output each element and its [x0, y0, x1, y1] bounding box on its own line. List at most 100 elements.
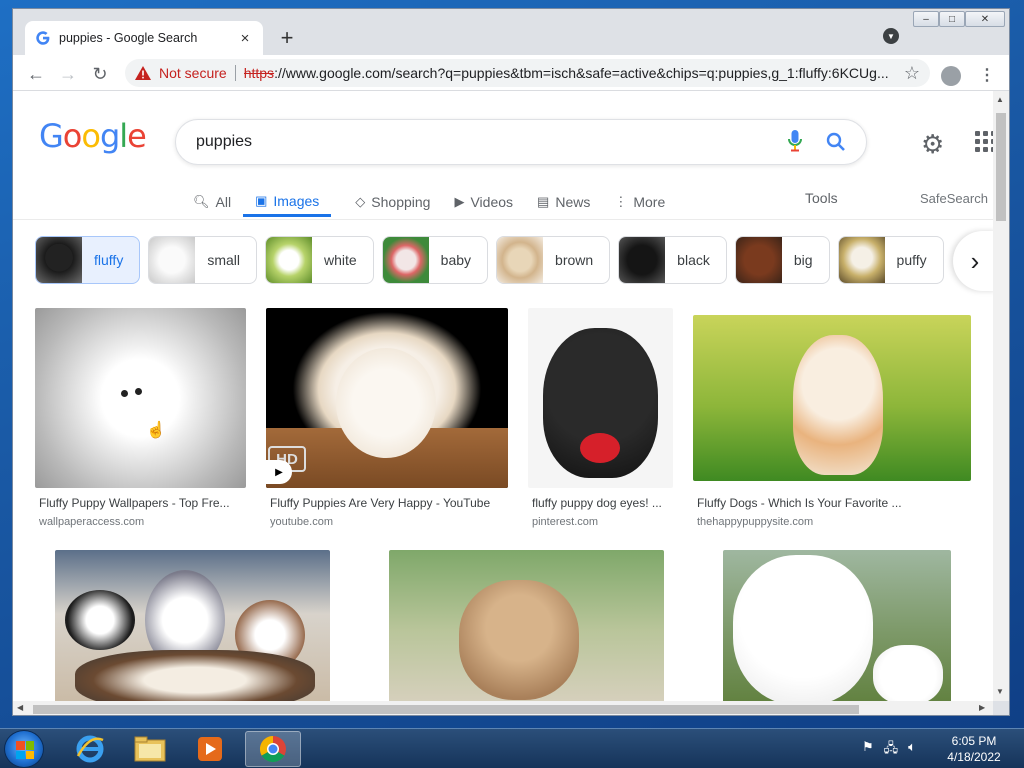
- google-apps-icon[interactable]: [975, 131, 993, 152]
- poodle-puppy: [459, 580, 579, 700]
- result-source[interactable]: youtube.com: [270, 516, 333, 528]
- search-icon: 🔍︎: [193, 194, 210, 209]
- file-explorer-icon[interactable]: [122, 731, 178, 767]
- chip-thumbnail: [382, 237, 429, 283]
- warning-icon[interactable]: [135, 66, 151, 80]
- search-icon[interactable]: [826, 132, 846, 152]
- tab-videos[interactable]: ▶ Videos: [454, 187, 513, 217]
- result-image[interactable]: ☝: [35, 308, 246, 488]
- result-image[interactable]: [389, 550, 664, 701]
- result-caption[interactable]: fluffy puppy dog eyes! ...: [532, 496, 662, 510]
- chevron-right-icon[interactable]: ›: [953, 231, 993, 291]
- scroll-right-icon[interactable]: ▶: [979, 703, 985, 712]
- result-image[interactable]: [723, 550, 951, 701]
- microphone-icon[interactable]: [788, 130, 808, 154]
- internet-explorer-icon[interactable]: [62, 731, 118, 767]
- puppy: [65, 590, 135, 650]
- tab-google-search[interactable]: puppies - Google Search ×: [25, 21, 263, 55]
- chip-small[interactable]: small: [148, 236, 257, 284]
- chip-label: big: [793, 252, 813, 268]
- tab-all[interactable]: 🔍︎ All: [193, 187, 231, 217]
- reload-icon[interactable]: ↻: [87, 61, 113, 87]
- settings-gear-icon[interactable]: ⚙: [921, 129, 944, 160]
- chip-fluffy[interactable]: fluffy: [35, 236, 141, 284]
- chip-thumbnail: [619, 237, 666, 283]
- result-caption[interactable]: Fluffy Puppy Wallpapers - Top Fre...: [39, 496, 230, 510]
- tab-images[interactable]: ▣ Images: [243, 187, 332, 217]
- search-box[interactable]: puppies: [175, 119, 867, 165]
- logo-letter: g: [99, 117, 120, 155]
- chip-baby[interactable]: baby: [381, 236, 489, 284]
- chip-brown[interactable]: brown: [496, 236, 611, 284]
- clock-time: 6:05 PM: [951, 734, 997, 748]
- address-bar[interactable]: Not secure https://www.google.com/search…: [125, 59, 930, 87]
- new-tab-button[interactable]: +: [275, 26, 299, 50]
- media-player-icon[interactable]: [182, 731, 238, 767]
- chrome-menu-icon[interactable]: ⋮: [979, 65, 995, 85]
- chip-label: small: [207, 252, 240, 268]
- tab-shopping[interactable]: ◇ Shopping: [355, 187, 430, 217]
- red-toy: [580, 433, 620, 463]
- play-icon: ▶: [266, 460, 292, 484]
- maximize-button[interactable]: □: [939, 11, 965, 27]
- tag-icon: ◇: [355, 194, 366, 209]
- url-text[interactable]: https://www.google.com/search?q=puppies&…: [244, 65, 898, 81]
- taskbar: ⚑ 🖧︎ 🔈︎ 6:05 PM 4/18/2022: [0, 728, 1024, 768]
- scroll-thumb[interactable]: [33, 705, 859, 714]
- scroll-left-icon[interactable]: ◀: [17, 703, 23, 712]
- logo-letter: l: [119, 117, 128, 155]
- result-caption[interactable]: Fluffy Dogs - Which Is Your Favorite ...: [697, 496, 902, 510]
- chip-label: baby: [440, 252, 472, 268]
- window-close-button[interactable]: ✕: [965, 11, 1005, 27]
- result-image[interactable]: HD ▶: [266, 308, 508, 488]
- result-image[interactable]: [528, 308, 673, 488]
- image-icon: ▣: [255, 192, 268, 208]
- tools-button[interactable]: Tools: [805, 190, 838, 206]
- close-tab-icon[interactable]: ×: [237, 30, 253, 47]
- result-source[interactable]: thehappypuppysite.com: [697, 516, 813, 528]
- samoyed-puppy: [873, 645, 943, 701]
- action-center-flag-icon[interactable]: ⚑: [862, 739, 874, 761]
- address-divider: [234, 65, 236, 81]
- volume-icon[interactable]: 🔈︎: [908, 739, 916, 761]
- result-source[interactable]: pinterest.com: [532, 516, 598, 528]
- google-logo[interactable]: Google: [39, 117, 147, 155]
- minimize-button[interactable]: –: [913, 11, 939, 27]
- tab-title: puppies - Google Search: [59, 31, 198, 45]
- not-secure-label[interactable]: Not secure: [159, 65, 227, 81]
- url-rest: ://www.google.com/search?q=puppies&tbm=i…: [274, 65, 889, 81]
- samoyed: [733, 555, 873, 701]
- chip-black[interactable]: black: [618, 236, 727, 284]
- tab-more-label: More: [633, 194, 666, 210]
- tab-search-icon[interactable]: ▼: [883, 28, 899, 44]
- safesearch-button[interactable]: SafeSearch: [920, 191, 988, 206]
- chrome-taskbar-icon[interactable]: [245, 731, 301, 767]
- tab-shopping-label: Shopping: [371, 194, 431, 210]
- network-icon[interactable]: 🖧︎: [884, 739, 899, 761]
- chip-white[interactable]: white: [264, 236, 374, 284]
- horizontal-scrollbar[interactable]: ◀ ▶: [13, 701, 993, 715]
- windows-logo-icon: [16, 741, 34, 759]
- tab-news-label: News: [555, 194, 591, 210]
- result-image[interactable]: [55, 550, 330, 701]
- result-image[interactable]: [693, 315, 971, 481]
- back-arrow-icon[interactable]: ←: [23, 61, 49, 87]
- tab-images-label: Images: [273, 192, 320, 209]
- tab-more[interactable]: ⋮ More: [614, 187, 665, 217]
- bookmark-star-icon[interactable]: ☆: [904, 63, 920, 84]
- search-results-page: Google puppies ⚙ 🔍︎ All ▣ Images ◇ Shopping…: [13, 91, 993, 701]
- profile-avatar-icon[interactable]: [941, 66, 961, 86]
- scroll-up-icon[interactable]: ▲: [996, 95, 1004, 104]
- scroll-thumb[interactable]: [996, 113, 1006, 221]
- chip-big[interactable]: big: [734, 236, 830, 284]
- start-button[interactable]: [4, 730, 44, 768]
- result-source[interactable]: wallpaperaccess.com: [39, 516, 144, 528]
- taskbar-clock[interactable]: 6:05 PM 4/18/2022: [934, 733, 1014, 765]
- vertical-scrollbar[interactable]: ▲ ▼: [993, 91, 1009, 701]
- chip-puffy[interactable]: puffy: [837, 236, 944, 284]
- result-caption[interactable]: Fluffy Puppies Are Very Happy - YouTube: [270, 496, 490, 510]
- search-input[interactable]: puppies: [196, 133, 788, 151]
- tab-news[interactable]: ▤ News: [537, 187, 590, 217]
- forward-arrow-icon[interactable]: →: [55, 61, 81, 87]
- scroll-down-icon[interactable]: ▼: [996, 687, 1004, 696]
